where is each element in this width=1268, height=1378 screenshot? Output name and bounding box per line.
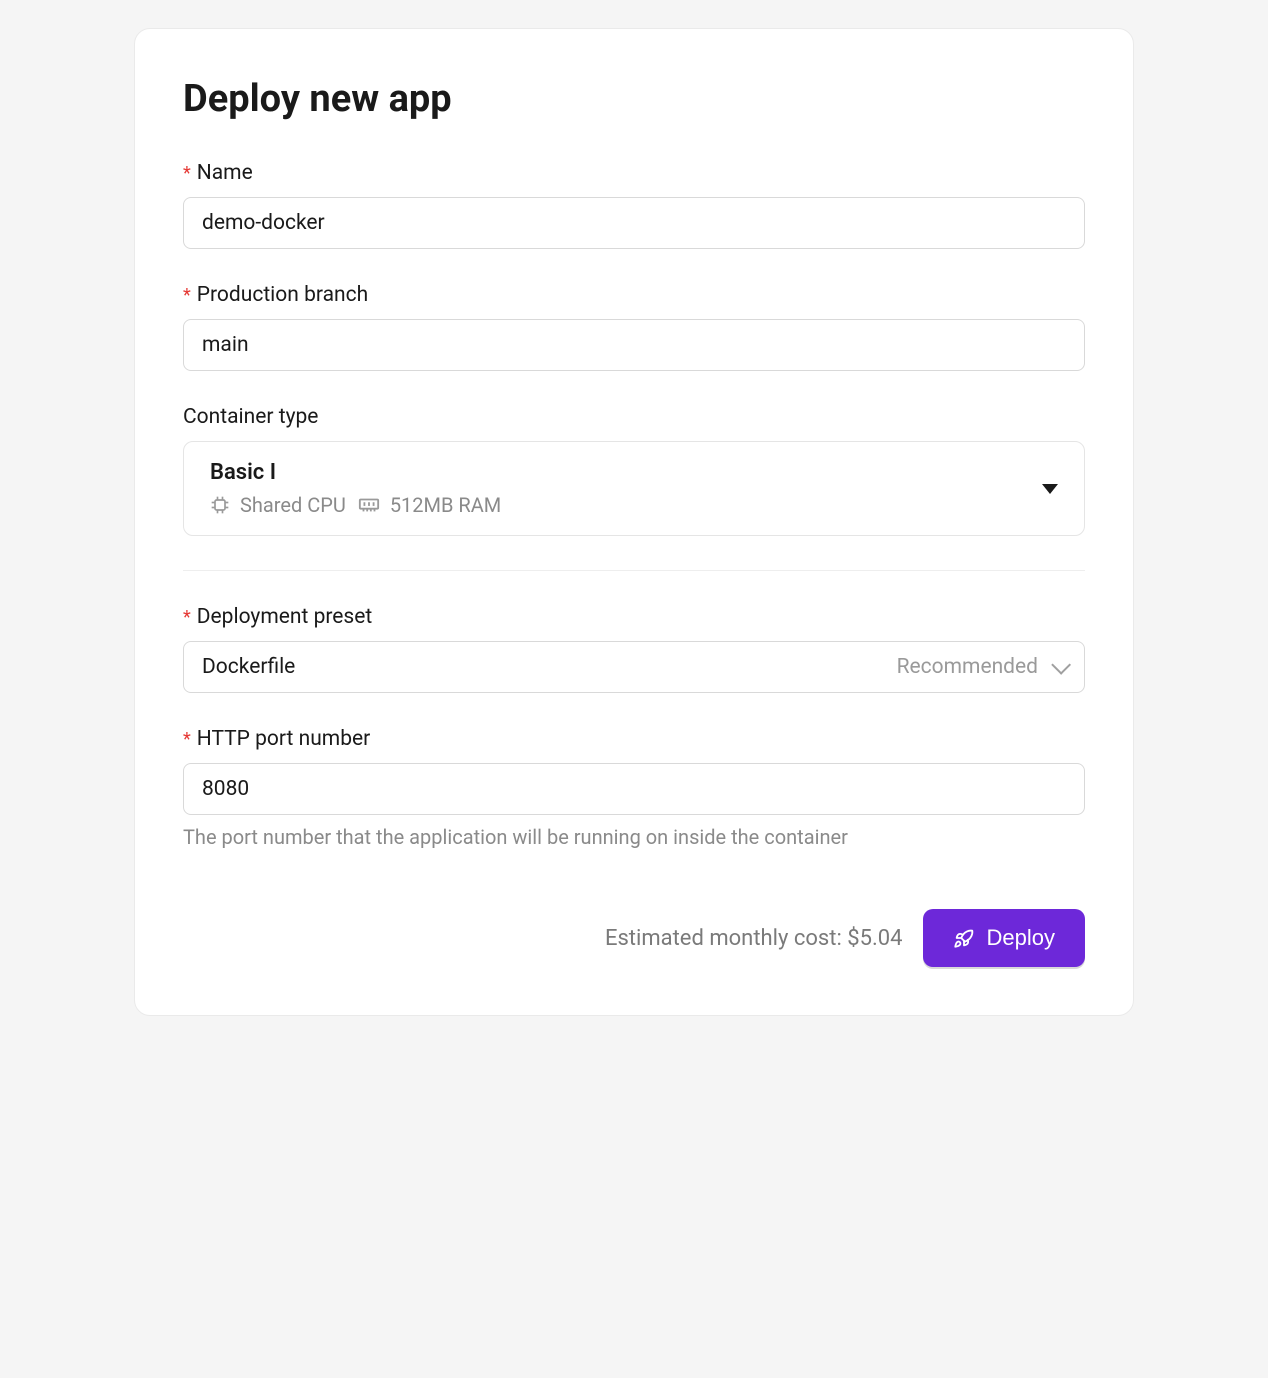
branch-label-text: Production branch <box>197 283 368 307</box>
required-asterisk: * <box>183 163 191 184</box>
port-label-text: HTTP port number <box>197 727 370 751</box>
port-helper-text: The port number that the application wil… <box>183 825 1085 849</box>
preset-field-group: * Deployment preset Dockerfile Recommend… <box>183 605 1085 693</box>
branch-label: * Production branch <box>183 283 1085 307</box>
name-label: * Name <box>183 161 1085 185</box>
chevron-down-icon <box>1051 655 1071 675</box>
name-field-group: * Name <box>183 161 1085 249</box>
container-type-label: Container type <box>183 405 1085 429</box>
ram-text: 512MB RAM <box>390 493 501 517</box>
preset-label-text: Deployment preset <box>197 605 373 629</box>
deploy-button[interactable]: Deploy <box>923 909 1085 967</box>
section-divider <box>183 570 1085 571</box>
cpu-text: Shared CPU <box>240 493 346 517</box>
caret-down-icon <box>1042 484 1058 494</box>
form-footer: Estimated monthly cost: $5.04 Deploy <box>183 909 1085 967</box>
rocket-icon <box>953 927 975 949</box>
cpu-spec: Shared CPU <box>210 493 346 517</box>
required-asterisk: * <box>183 285 191 306</box>
branch-field-group: * Production branch <box>183 283 1085 371</box>
name-label-text: Name <box>197 161 253 185</box>
container-type-name: Basic I <box>210 460 501 485</box>
required-asterisk: * <box>183 729 191 750</box>
preset-value: Dockerfile <box>202 655 295 679</box>
deploy-button-label: Deploy <box>987 925 1055 951</box>
container-type-group: Container type Basic I Shared CPU <box>183 405 1085 536</box>
memory-icon <box>358 497 380 513</box>
name-input[interactable] <box>183 197 1085 249</box>
deploy-form-card: Deploy new app * Name * Production branc… <box>134 28 1134 1016</box>
branch-input[interactable] <box>183 319 1085 371</box>
port-label: * HTTP port number <box>183 727 1085 751</box>
page-title: Deploy new app <box>183 77 1085 121</box>
port-input[interactable] <box>183 763 1085 815</box>
container-type-select[interactable]: Basic I Shared CPU <box>183 441 1085 536</box>
preset-label: * Deployment preset <box>183 605 1085 629</box>
preset-select[interactable]: Dockerfile Recommended <box>183 641 1085 693</box>
preset-right: Recommended <box>897 655 1066 679</box>
cpu-icon <box>210 495 230 515</box>
container-type-label-text: Container type <box>183 405 318 429</box>
ram-spec: 512MB RAM <box>358 493 501 517</box>
estimated-cost: Estimated monthly cost: $5.04 <box>605 926 903 951</box>
preset-badge: Recommended <box>897 655 1038 679</box>
port-field-group: * HTTP port number The port number that … <box>183 727 1085 849</box>
required-asterisk: * <box>183 607 191 628</box>
container-type-specs: Shared CPU 512MB RAM <box>210 493 501 517</box>
container-type-info: Basic I Shared CPU <box>210 460 501 517</box>
